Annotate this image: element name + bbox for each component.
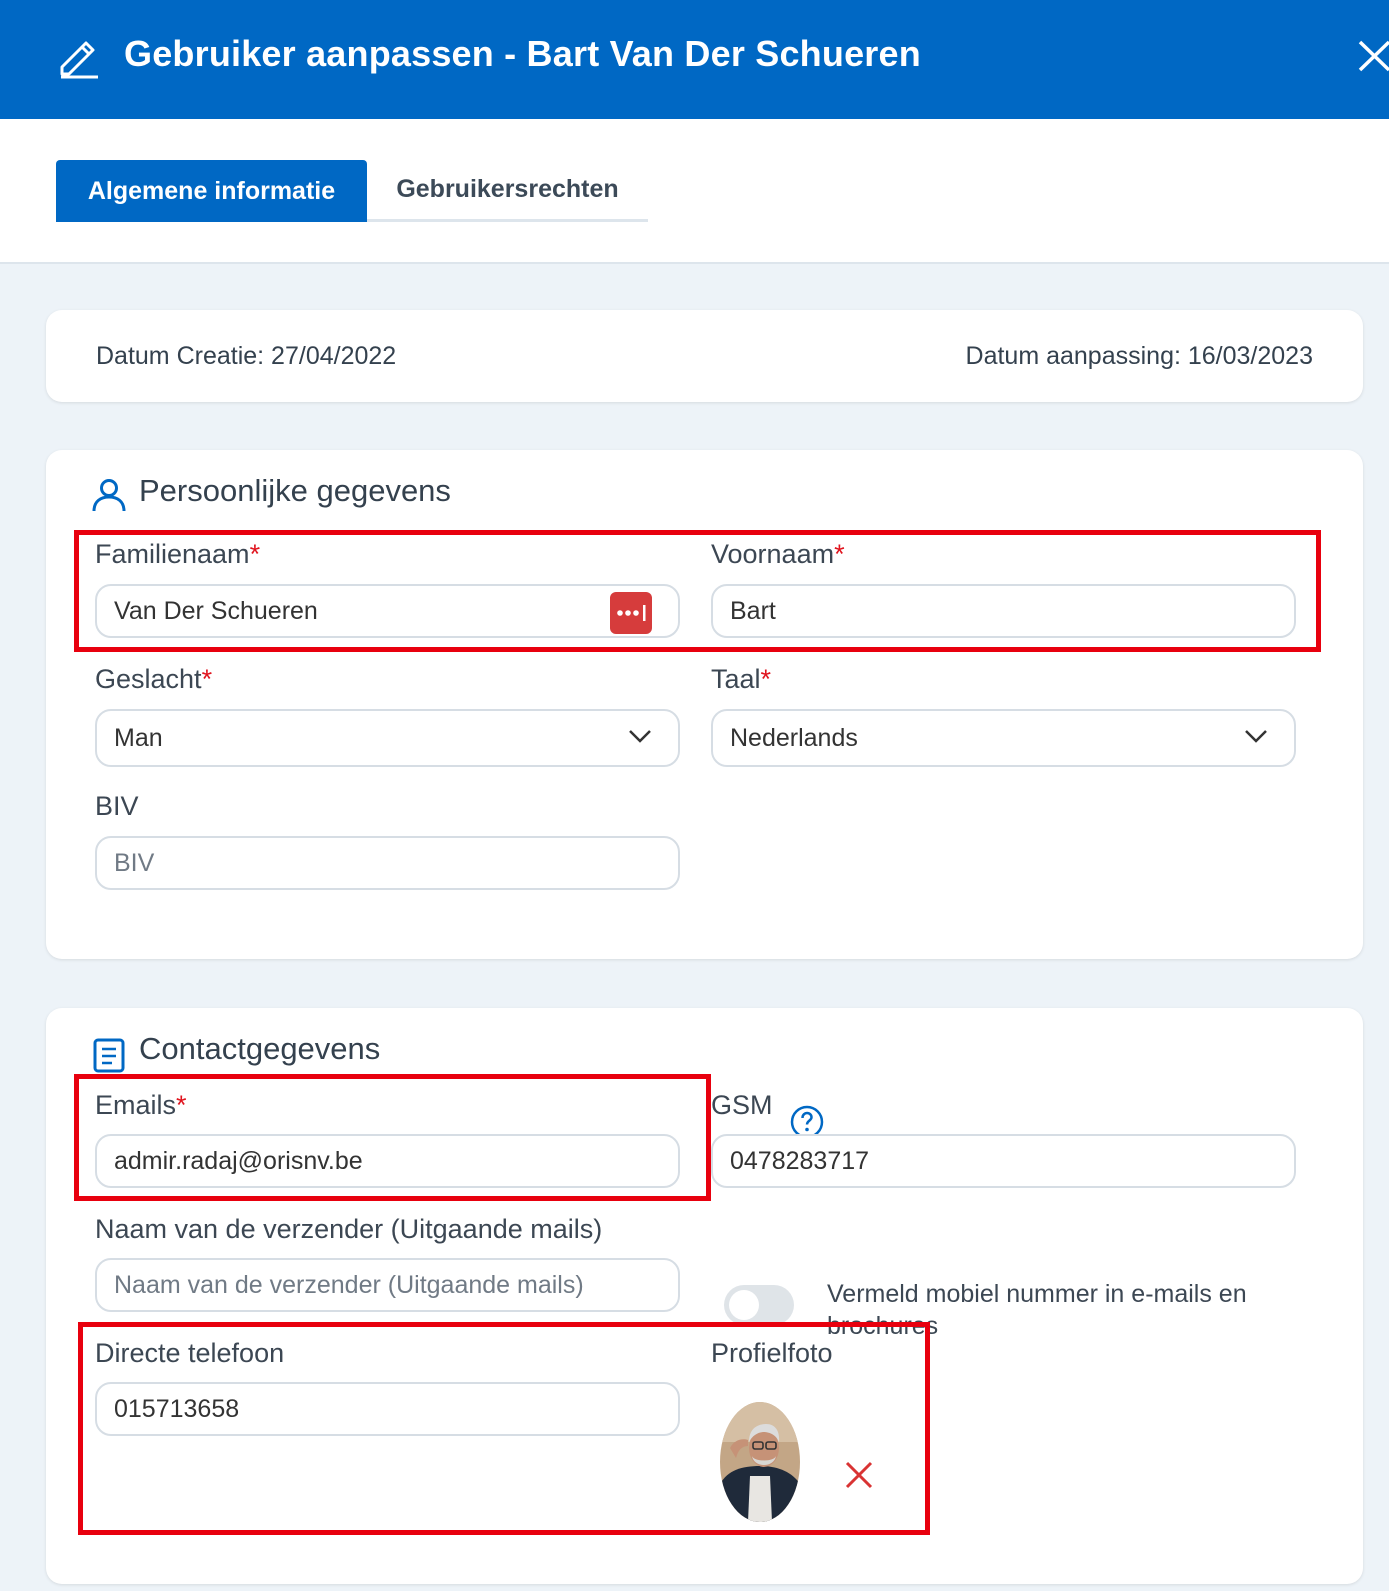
sender-name-input[interactable]: Naam van de verzender (Uitgaande mails) xyxy=(95,1258,680,1312)
gsm-label: GSM xyxy=(711,1090,773,1120)
show-mobile-toggle[interactable] xyxy=(724,1285,794,1325)
tab-algemene-informatie[interactable]: Algemene informatie xyxy=(56,160,367,222)
geslacht-select[interactable]: Man xyxy=(95,709,680,767)
highlight-name-fields xyxy=(74,530,1321,652)
chevron-down-icon xyxy=(629,730,651,743)
dialog-title: Gebruiker aanpassen - Bart Van Der Schue… xyxy=(124,33,921,74)
gsm-field[interactable]: 0478283717 xyxy=(711,1134,1296,1188)
highlight-phone-photo xyxy=(78,1322,930,1535)
taal-label: Taal* xyxy=(711,664,772,694)
section-title-contact: Contactgegevens xyxy=(139,1031,381,1066)
biv-input[interactable]: BIV xyxy=(95,836,680,890)
geslacht-label: Geslacht* xyxy=(95,664,213,694)
chevron-down-icon xyxy=(1245,730,1267,743)
tab-gebruikersrechten[interactable]: Gebruikersrechten xyxy=(367,160,648,222)
highlight-email-field xyxy=(74,1074,711,1201)
sender-name-label: Naam van de verzender (Uitgaande mails) xyxy=(95,1214,603,1244)
biv-label: BIV xyxy=(95,791,139,821)
personal-details-card: Persoonlijke gegevens Familienaam* Van D… xyxy=(46,450,1363,959)
section-title-personal: Persoonlijke gegevens xyxy=(139,473,451,508)
document-icon xyxy=(93,1038,125,1073)
dialog-header: Gebruiker aanpassen - Bart Van Der Schue… xyxy=(0,0,1389,119)
dates-card: Datum Creatie: 27/04/2022 Datum aanpassi… xyxy=(46,310,1363,402)
creation-date: Datum Creatie: 27/04/2022 xyxy=(96,342,397,370)
toggle-knob xyxy=(729,1290,759,1320)
user-icon xyxy=(92,479,126,512)
modification-date: Datum aanpassing: 16/03/2023 xyxy=(965,342,1313,370)
tab-bar: Algemene informatie Gebruikersrechten xyxy=(0,119,1389,264)
taal-select[interactable]: Nederlands xyxy=(711,709,1296,767)
pencil-icon xyxy=(60,41,98,79)
close-icon[interactable] xyxy=(1356,36,1389,76)
